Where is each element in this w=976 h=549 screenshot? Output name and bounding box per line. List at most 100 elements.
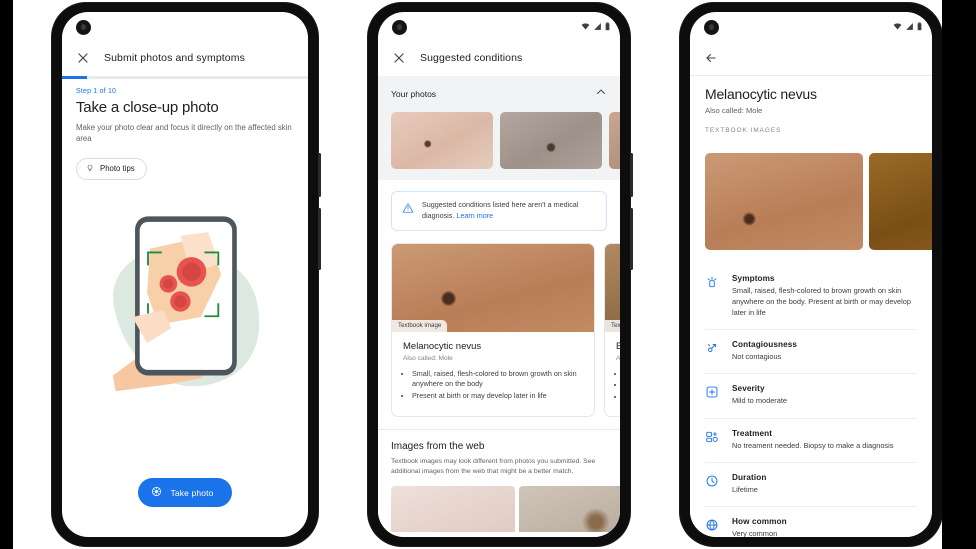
condition-image: Textbook <box>605 243 620 332</box>
suggested-conditions-carousel[interactable]: Textbook image Melanocytic nevus Also ca… <box>378 231 620 429</box>
fact-value: Lifetime <box>732 484 758 494</box>
textbook-images-label: TEXTBOOK IMAGES <box>705 127 782 134</box>
camera-punch-hole-icon <box>76 20 91 35</box>
fact-row: How common Very common <box>705 507 917 537</box>
photo-tips-label: Photo tips <box>100 164 135 174</box>
disclaimer-copy: Suggested conditions listed here aren't … <box>422 200 579 220</box>
web-section-title: Images from the web <box>391 440 485 452</box>
condition-bullets: Wa Us gro Ma <box>616 369 620 403</box>
user-photo-thumbnail[interactable] <box>500 112 602 169</box>
textbook-image[interactable] <box>869 153 932 250</box>
phone1-status-bar <box>62 12 308 42</box>
globe-icon <box>705 517 720 537</box>
fact-label: Contagiousness <box>732 340 798 350</box>
phone2-screen: Suggested conditions Your photos Suggest… <box>378 12 620 537</box>
image-source-tag: Textbook <box>605 319 620 332</box>
contagiousness-icon <box>705 340 720 360</box>
condition-image: Textbook image <box>392 243 594 332</box>
learn-more-link[interactable]: Learn more <box>456 211 493 220</box>
treatment-icon <box>705 429 720 449</box>
system-icons <box>893 18 922 36</box>
fact-value: Small, raised, flesh-colored to brown gr… <box>732 286 911 318</box>
web-images-row[interactable] <box>378 477 620 532</box>
phone1-screen: Submit photos and symptoms Step 1 of 10 … <box>62 12 308 537</box>
fact-row: Contagiousness Not contagious <box>705 330 917 375</box>
fact-value: No treament needed. Biopsy to make a dia… <box>732 440 894 450</box>
web-image-thumbnail[interactable] <box>519 485 620 532</box>
condition-title: Melanocytic nevus <box>705 86 817 102</box>
condition-alias: Also called: Mole <box>705 106 763 115</box>
take-photo-label: Take photo <box>170 487 214 498</box>
web-image-thumbnail[interactable] <box>391 485 515 532</box>
phone3-app-bar <box>690 42 932 76</box>
fact-label: How common <box>732 516 787 526</box>
your-photos-header[interactable]: Your photos <box>378 76 620 103</box>
disclaimer-text: Suggested conditions listed here aren't … <box>422 200 596 222</box>
fact-value: Mild to moderate <box>732 396 788 406</box>
user-photo-thumbnail[interactable] <box>391 112 493 169</box>
condition-alias: Also called: Mole <box>403 354 453 362</box>
close-icon[interactable] <box>392 51 406 65</box>
your-photos-strip[interactable] <box>378 103 620 180</box>
signal-icon <box>593 18 602 36</box>
lightbulb-icon <box>86 163 94 175</box>
phone1-app-bar: Submit photos and symptoms <box>62 42 308 76</box>
textbook-images-row[interactable] <box>690 146 932 250</box>
fact-value: Not contagious <box>732 352 782 362</box>
battery-icon <box>605 18 610 36</box>
phone1-content: Step 1 of 10 Take a close-up photo Make … <box>62 79 308 180</box>
phone3-scroll-area[interactable]: Melanocytic nevus Also called: Mole TEXT… <box>690 76 932 537</box>
step-indicator: Step 1 of 10 <box>76 88 117 95</box>
condition-facts-list: Symptoms Small, raised, flesh-colored to… <box>690 264 932 537</box>
condition-card[interactable]: Textbook Barn Also Wa Us gro Ma <box>604 242 620 417</box>
signal-icon <box>905 18 914 36</box>
phone3-screen: Melanocytic nevus Also called: Mole TEXT… <box>690 12 932 537</box>
severity-icon <box>705 384 720 404</box>
camera-punch-hole-icon <box>704 20 719 35</box>
condition-card[interactable]: Textbook image Melanocytic nevus Also ca… <box>391 242 595 417</box>
page-title: Suggested conditions <box>420 52 523 64</box>
progress-bar-fill <box>62 76 87 79</box>
phone-mockup-1: Submit photos and symptoms Step 1 of 10 … <box>52 3 321 546</box>
web-section-subtitle: Textbook images may look different from … <box>391 457 596 475</box>
condition-bullets: Small, raised, flesh-colored to brown gr… <box>403 369 583 402</box>
photo-tips-chip[interactable]: Photo tips <box>76 157 147 180</box>
phone3-status-bar <box>690 12 932 42</box>
right-letterbox-bar <box>942 0 976 549</box>
chevron-up-icon[interactable] <box>595 85 607 103</box>
phone1-side-button <box>318 153 321 197</box>
wifi-icon <box>893 18 902 36</box>
back-arrow-icon[interactable] <box>704 51 718 65</box>
condition-alias: Also <box>616 354 620 362</box>
phone-mockup-2: Suggested conditions Your photos Suggest… <box>368 3 633 546</box>
condition-name: Barn <box>616 341 620 352</box>
progress-bar <box>62 76 308 79</box>
list-item: Present at birth or may develop later in… <box>412 391 583 402</box>
screenshot-stage: Submit photos and symptoms Step 1 of 10 … <box>0 0 976 549</box>
camera-punch-hole-icon <box>392 20 407 35</box>
phone2-status-bar <box>378 12 620 42</box>
left-letterbox-bar <box>0 0 13 549</box>
hand-holding-phone-illustration <box>62 180 308 478</box>
user-photo-thumbnail[interactable] <box>609 112 620 169</box>
condition-name: Melanocytic nevus <box>403 340 482 352</box>
phone1-volume-button <box>318 208 321 270</box>
take-photo-button[interactable]: Take photo <box>138 478 232 507</box>
system-icons <box>581 18 610 36</box>
screen-heading: Take a close-up photo <box>76 99 219 116</box>
close-icon[interactable] <box>76 51 90 65</box>
images-from-web-section: Images from the web Textbook images may … <box>378 428 620 477</box>
list-item: Small, raised, flesh-colored to brown gr… <box>412 369 583 390</box>
screen-subtitle: Make your photo clear and focus it direc… <box>76 123 292 144</box>
warning-triangle-icon <box>402 200 414 219</box>
camera-shutter-icon <box>151 486 162 499</box>
fact-row: Treatment No treament needed. Biopsy to … <box>705 419 917 463</box>
textbook-image[interactable] <box>705 153 863 250</box>
fact-row: Symptoms Small, raised, flesh-colored to… <box>705 264 917 331</box>
phone1-cta-area: Take photo <box>62 478 308 537</box>
phone2-side-button <box>630 153 633 197</box>
phone2-volume-button <box>630 208 633 270</box>
phone2-scroll-area[interactable]: Your photos Suggested conditions listed … <box>378 76 620 537</box>
wifi-icon <box>581 18 590 36</box>
fact-label: Duration <box>732 472 767 482</box>
